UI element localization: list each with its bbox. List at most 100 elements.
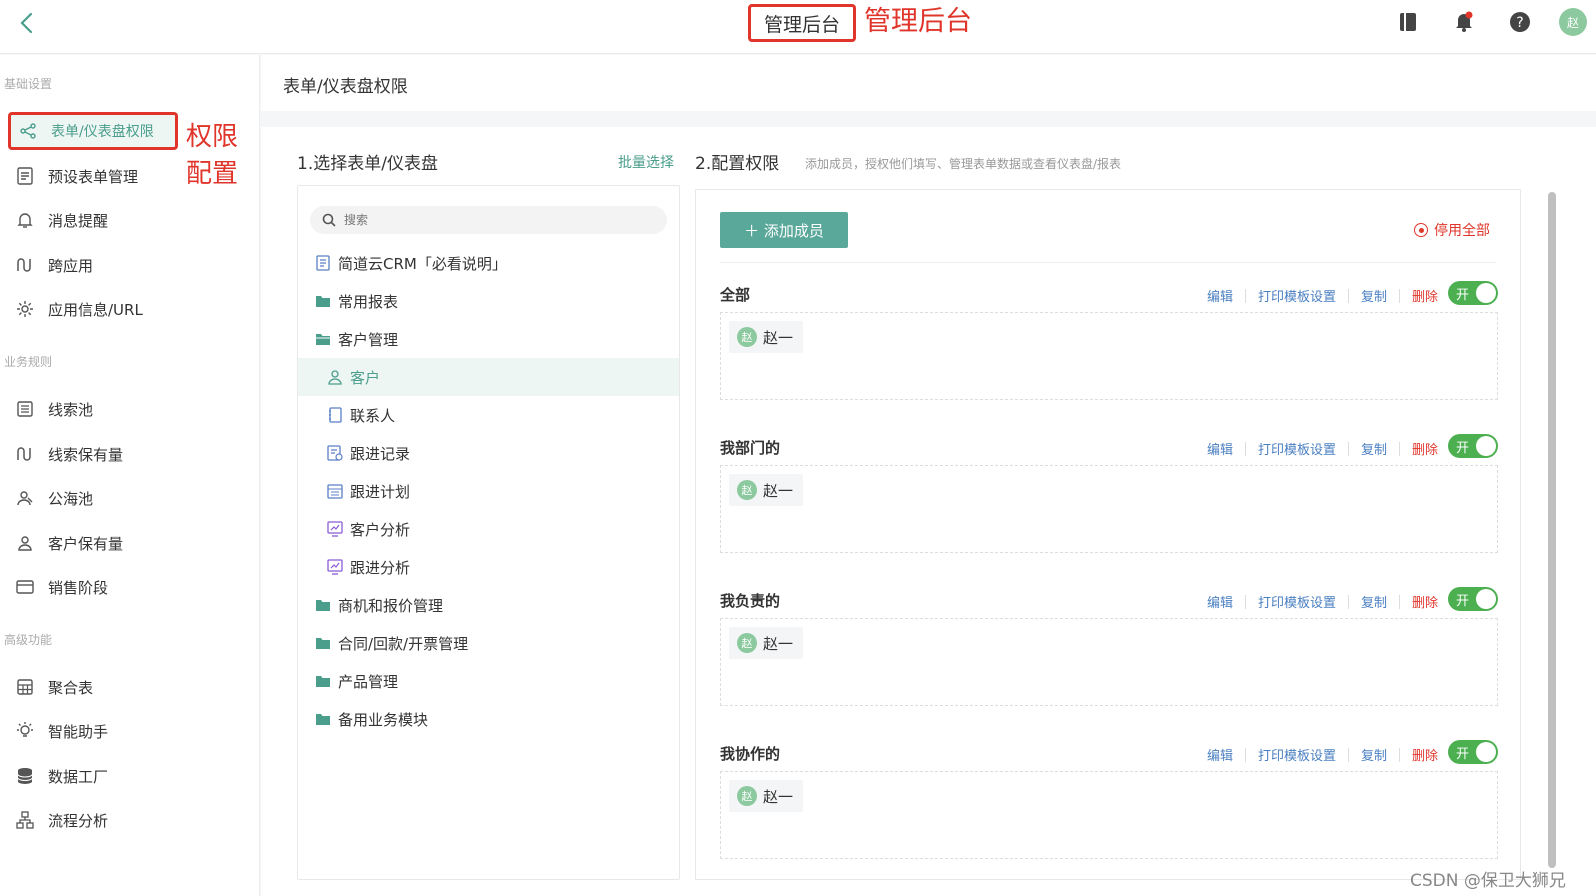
enable-toggle[interactable]: 开 xyxy=(1448,281,1498,305)
select-form-title: 1.选择表单/仪表盘 xyxy=(297,154,438,174)
help-icon[interactable]: ? xyxy=(1508,10,1532,34)
card-icon xyxy=(14,576,36,598)
bell-icon[interactable] xyxy=(1452,10,1476,34)
folder-icon xyxy=(314,292,332,310)
tree-item-follow-records[interactable]: 跟进记录 xyxy=(298,434,679,472)
sidebar-item-form-permission[interactable]: 表单/仪表盘权限 xyxy=(8,112,178,150)
delete-link[interactable]: 删除 xyxy=(1412,286,1438,305)
back-icon[interactable] xyxy=(12,8,42,38)
search-input[interactable] xyxy=(344,213,644,227)
flow-icon xyxy=(14,809,36,831)
folder-icon xyxy=(314,710,332,728)
form-tree-panel: 简道云CRM「必看说明」 常用报表 客户管理 客户 联系人 跟进记录 跟进计划 xyxy=(297,185,680,880)
permission-group-name: 我负责的 xyxy=(720,592,781,610)
edit-link[interactable]: 编辑 xyxy=(1207,286,1233,305)
sidebar-item-public-pool[interactable]: 公海池 xyxy=(8,479,178,517)
tree-item-label: 合同/回款/开票管理 xyxy=(338,634,469,653)
member-chip[interactable]: 赵 赵一 xyxy=(729,321,804,353)
copy-link[interactable]: 复制 xyxy=(1361,439,1387,458)
avatar[interactable]: 赵 xyxy=(1559,8,1587,36)
edit-link[interactable]: 编辑 xyxy=(1207,745,1233,764)
gear-icon xyxy=(14,298,36,320)
top-bar: 管理后台 管理后台 ? 赵 xyxy=(0,0,1596,54)
sidebar: 基础设置 表单/仪表盘权限 权限配置 预设表单管理 消息提醒 跨应用 应用信息/… xyxy=(0,55,260,896)
sidebar-item-label: 客户保有量 xyxy=(48,534,124,553)
bulb-icon xyxy=(14,720,36,742)
sidebar-item-smart-assistant[interactable]: 智能助手 xyxy=(8,712,178,750)
tree-item-opportunity[interactable]: 商机和报价管理 xyxy=(298,586,679,624)
tree-item-label: 简道云CRM「必看说明」 xyxy=(338,254,507,273)
sidebar-item-lead-pool[interactable]: 线索池 xyxy=(8,390,178,428)
disable-all-button[interactable]: 停用全部 xyxy=(1414,220,1490,240)
edit-link[interactable]: 编辑 xyxy=(1207,439,1233,458)
member-box[interactable]: 赵 赵一 xyxy=(720,618,1498,706)
permission-actions: 编辑 打印模板设置 复制 删除 xyxy=(1207,745,1438,764)
config-permission-title: 2.配置权限 xyxy=(695,154,780,174)
tree-item-common-reports[interactable]: 常用报表 xyxy=(298,282,679,320)
sidebar-item-label: 跨应用 xyxy=(48,256,94,275)
tree-item-customer-analysis[interactable]: 客户分析 xyxy=(298,510,679,548)
copy-link[interactable]: 复制 xyxy=(1361,592,1387,611)
sidebar-item-customer-quota[interactable]: 客户保有量 xyxy=(8,524,178,562)
member-chip[interactable]: 赵 赵一 xyxy=(729,780,804,812)
member-box[interactable]: 赵 赵一 xyxy=(720,312,1498,400)
tree-item-contract[interactable]: 合同/回款/开票管理 xyxy=(298,624,679,662)
sidebar-item-sales-stage[interactable]: 销售阶段 xyxy=(8,568,178,606)
sidebar-item-lead-quota[interactable]: 线索保有量 xyxy=(8,435,178,473)
add-member-button[interactable]: ＋ 添加成员 xyxy=(720,212,848,248)
scrollbar[interactable] xyxy=(1548,192,1556,868)
delete-link[interactable]: 删除 xyxy=(1412,745,1438,764)
sidebar-item-app-info[interactable]: 应用信息/URL xyxy=(8,290,178,328)
member-box[interactable]: 赵 赵一 xyxy=(720,771,1498,859)
member-chip[interactable]: 赵 赵一 xyxy=(729,627,804,659)
sidebar-item-flow-analysis[interactable]: 流程分析 xyxy=(8,801,178,839)
toggle-label: 开 xyxy=(1456,594,1470,609)
folder-open-icon xyxy=(314,330,332,348)
enable-toggle[interactable]: 开 xyxy=(1448,587,1498,611)
link-icon xyxy=(14,254,36,276)
tree-item-crm-guide[interactable]: 简道云CRM「必看说明」 xyxy=(298,244,679,282)
book-icon[interactable] xyxy=(1396,10,1420,34)
print-template-link[interactable]: 打印模板设置 xyxy=(1258,592,1336,611)
tree-item-customer[interactable]: 客户 xyxy=(298,358,679,396)
sidebar-annotation: 权限配置 xyxy=(186,122,239,189)
sidebar-item-label: 流程分析 xyxy=(48,811,109,830)
tree-item-contacts[interactable]: 联系人 xyxy=(298,396,679,434)
print-template-link[interactable]: 打印模板设置 xyxy=(1258,286,1336,305)
permission-group: 我部门的 编辑 打印模板设置 复制 删除 开 赵 赵一 xyxy=(720,434,1498,565)
sidebar-item-notifications[interactable]: 消息提醒 xyxy=(8,201,178,239)
tree-item-follow-analysis[interactable]: 跟进分析 xyxy=(298,548,679,586)
record-icon xyxy=(326,444,344,462)
sidebar-item-label: 线索池 xyxy=(48,400,94,419)
delete-link[interactable]: 删除 xyxy=(1412,592,1438,611)
copy-link[interactable]: 复制 xyxy=(1361,286,1387,305)
delete-link[interactable]: 删除 xyxy=(1412,439,1438,458)
toggle-label: 开 xyxy=(1456,747,1470,762)
edit-link[interactable]: 编辑 xyxy=(1207,592,1233,611)
sidebar-item-data-factory[interactable]: 数据工厂 xyxy=(8,757,178,795)
member-avatar: 赵 xyxy=(737,786,757,806)
enable-toggle[interactable]: 开 xyxy=(1448,740,1498,764)
sidebar-item-label: 公海池 xyxy=(48,489,94,508)
sidebar-item-cross-app[interactable]: 跨应用 xyxy=(8,246,178,284)
table-icon xyxy=(14,676,36,698)
permission-group: 全部 编辑 打印模板设置 复制 删除 开 赵 赵一 xyxy=(720,281,1498,412)
batch-select-link[interactable]: 批量选择 xyxy=(618,152,674,172)
search-box[interactable] xyxy=(310,206,667,234)
tree-item-product[interactable]: 产品管理 xyxy=(298,662,679,700)
print-template-link[interactable]: 打印模板设置 xyxy=(1258,439,1336,458)
member-name: 赵一 xyxy=(763,634,794,653)
sidebar-item-aggregate-table[interactable]: 聚合表 xyxy=(8,668,178,706)
print-template-link[interactable]: 打印模板设置 xyxy=(1258,745,1336,764)
enable-toggle[interactable]: 开 xyxy=(1448,434,1498,458)
tree-item-backup-module[interactable]: 备用业务模块 xyxy=(298,700,679,738)
sidebar-item-preset-forms[interactable]: 预设表单管理 xyxy=(8,157,178,195)
group-title-rules: 业务规则 xyxy=(4,355,53,369)
copy-link[interactable]: 复制 xyxy=(1361,745,1387,764)
tree-item-customer-mgmt[interactable]: 客户管理 xyxy=(298,320,679,358)
member-box[interactable]: 赵 赵一 xyxy=(720,465,1498,553)
tree-item-follow-plan[interactable]: 跟进计划 xyxy=(298,472,679,510)
member-chip[interactable]: 赵 赵一 xyxy=(729,474,804,506)
member-name: 赵一 xyxy=(763,481,794,500)
sidebar-item-label: 预设表单管理 xyxy=(48,167,139,186)
